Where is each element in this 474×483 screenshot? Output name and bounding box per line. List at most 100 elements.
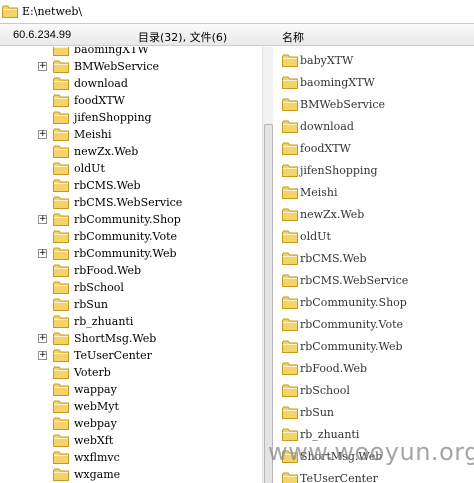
file-list-item[interactable]: rbCMS.Web	[273, 248, 474, 270]
tree-scrollbar[interactable]	[262, 47, 273, 483]
folder-icon	[282, 120, 298, 133]
tree-item-label: ShortMsg.Web	[74, 332, 157, 345]
tree-item[interactable]: oldUt	[0, 161, 262, 178]
file-list-item[interactable]: foodXTW	[273, 138, 474, 160]
tree-item[interactable]: webpay	[0, 416, 262, 433]
file-list-item[interactable]: newZx.Web	[273, 204, 474, 226]
folder-icon	[53, 128, 69, 141]
file-list-item-label: TeUserCenter	[300, 472, 378, 483]
tree-item[interactable]: + TeUserCenter	[0, 348, 262, 365]
plus-expander-icon[interactable]: +	[38, 130, 47, 139]
tree-item[interactable]: newZx.Web	[0, 144, 262, 161]
file-list-item[interactable]: rbCommunity.Vote	[273, 314, 474, 336]
tree-item[interactable]: baomingXTW	[0, 47, 262, 59]
folder-icon	[53, 451, 69, 464]
folder-icon	[53, 468, 69, 481]
plus-expander-icon[interactable]: +	[38, 215, 47, 224]
tree-item[interactable]: wxgame	[0, 467, 262, 483]
folder-icon	[53, 162, 69, 175]
tree-item-label: rbCommunity.Web	[74, 247, 177, 260]
tree-item[interactable]: rbFood.Web	[0, 263, 262, 280]
file-list-item[interactable]: jifenShopping	[273, 160, 474, 182]
file-list-item[interactable]: baomingXTW	[273, 72, 474, 94]
folder-tree: baomingXTW + BMWebService download foodXTW ji…	[0, 47, 262, 483]
tree-item[interactable]: + Meishi	[0, 127, 262, 144]
plus-expander-icon[interactable]: +	[38, 249, 47, 258]
tree-item[interactable]: wappay	[0, 382, 262, 399]
tree-item[interactable]: wxflmvc	[0, 450, 262, 467]
folder-icon	[282, 230, 298, 243]
file-list-item[interactable]: rbFood.Web	[273, 358, 474, 380]
folder-icon	[53, 230, 69, 243]
folder-icon	[282, 164, 298, 177]
tree-item-label: wxflmvc	[74, 451, 120, 464]
tree-item[interactable]: rbCMS.WebService	[0, 195, 262, 212]
tree-item[interactable]: jifenShopping	[0, 110, 262, 127]
tree-item[interactable]: webMyt	[0, 399, 262, 416]
folder-icon	[53, 400, 69, 413]
folder-icon	[53, 60, 69, 73]
file-list-item-label: oldUt	[300, 230, 331, 243]
scrollbar-thumb[interactable]	[264, 124, 273, 483]
directory-summary: 目录(32), 文件(6)	[138, 31, 228, 44]
tree-item[interactable]: + ShortMsg.Web	[0, 331, 262, 348]
path-bar: E:\netweb\	[0, 0, 474, 24]
folder-icon	[53, 47, 69, 56]
tree-item[interactable]: + BMWebService	[0, 59, 262, 76]
file-list-item-label: rbCMS.Web	[300, 252, 367, 265]
file-list-item[interactable]: rbCMS.WebService	[273, 270, 474, 292]
folder-icon	[53, 349, 69, 362]
tree-item[interactable]: rbSun	[0, 297, 262, 314]
folder-icon	[282, 142, 298, 155]
tree-item-label: webMyt	[74, 400, 119, 413]
tree-item[interactable]: Voterb	[0, 365, 262, 382]
folder-icon	[282, 274, 298, 287]
column-header-name[interactable]: 名称	[282, 29, 304, 45]
tree-item-label: rbSun	[74, 298, 109, 311]
tree-item[interactable]: rbCommunity.Vote	[0, 229, 262, 246]
path-text: E:\netweb\	[22, 5, 83, 18]
file-list-item[interactable]: rbCommunity.Shop	[273, 292, 474, 314]
file-list-item[interactable]: oldUt	[273, 226, 474, 248]
folder-icon	[282, 208, 298, 221]
tree-item[interactable]: + rbCommunity.Shop	[0, 212, 262, 229]
tree-item[interactable]: webXft	[0, 433, 262, 450]
plus-expander-icon[interactable]: +	[38, 334, 47, 343]
tree-item-label: rbSchool	[74, 281, 124, 294]
folder-icon	[282, 98, 298, 111]
folder-icon	[53, 77, 69, 90]
file-list-item-label: download	[300, 120, 354, 133]
file-list-item[interactable]: babyXTW	[273, 50, 474, 72]
file-list-item[interactable]: BMWebService	[273, 94, 474, 116]
folder-icon	[53, 111, 69, 124]
folder-icon	[282, 76, 298, 89]
file-list-item-label: rbCMS.WebService	[300, 274, 409, 287]
file-list-item-label: rbSchool	[300, 384, 350, 397]
tree-item[interactable]: rb_zhuanti	[0, 314, 262, 331]
tree-item-label: BMWebService	[74, 60, 160, 73]
plus-expander-icon[interactable]: +	[38, 62, 47, 71]
folder-icon	[282, 296, 298, 309]
folder-icon	[282, 384, 298, 397]
folder-icon	[53, 417, 69, 430]
folder-icon	[53, 196, 69, 209]
file-list-item-label: jifenShopping	[300, 164, 378, 177]
file-list-item[interactable]: rbSun	[273, 402, 474, 424]
tree-item[interactable]: + rbCommunity.Web	[0, 246, 262, 263]
file-list-item[interactable]: download	[273, 116, 474, 138]
folder-icon	[53, 315, 69, 328]
file-list-item[interactable]: rbSchool	[273, 380, 474, 402]
tree-item-label: Voterb	[74, 366, 111, 379]
tree-item[interactable]: rbCMS.Web	[0, 178, 262, 195]
file-list-item[interactable]: Meishi	[273, 182, 474, 204]
folder-icon	[282, 318, 298, 331]
tree-item[interactable]: rbSchool	[0, 280, 262, 297]
tree-item-label: rbCommunity.Shop	[74, 213, 181, 226]
plus-expander-icon[interactable]: +	[38, 351, 47, 360]
file-list-item[interactable]: TeUserCenter	[273, 468, 474, 483]
tree-item[interactable]: foodXTW	[0, 93, 262, 110]
tree-item-label: jifenShopping	[74, 111, 152, 124]
file-list-item-label: foodXTW	[300, 142, 351, 155]
file-list-item[interactable]: rbCommunity.Web	[273, 336, 474, 358]
tree-item[interactable]: download	[0, 76, 262, 93]
